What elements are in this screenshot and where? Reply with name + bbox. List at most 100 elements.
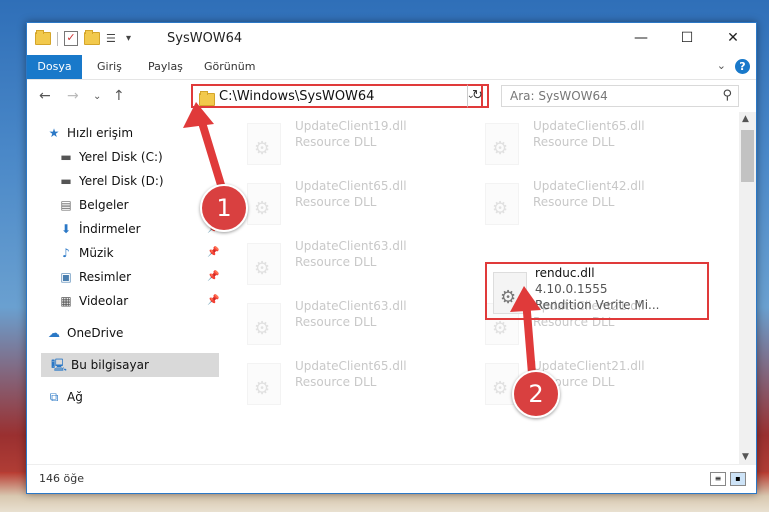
computer-icon: 🖳 (51, 358, 68, 372)
file-description: Resource DLL (533, 135, 615, 149)
file-item[interactable]: ⚙ UpdateClient63.dll Resource DLL (247, 297, 471, 353)
file-name: UpdateClient42.dll (533, 179, 645, 193)
new-folder-icon[interactable] (84, 30, 100, 45)
pin-icon[interactable]: 📌 (207, 247, 219, 258)
sidebar-item-network[interactable]: ⧉ Ağ (47, 385, 83, 409)
picture-icon: ▣ (60, 270, 72, 284)
sidebar-item-pictures[interactable]: ▣ Resimler (59, 265, 131, 289)
file-item[interactable]: ⚙ UpdateClient65.dll Resource DLL (485, 117, 709, 173)
help-icon[interactable]: ? (735, 59, 750, 74)
folder-icon (199, 91, 215, 106)
file-description: Resource DLL (295, 195, 377, 209)
file-list: ⚙ UpdateClient19.dll Resource DLL ⚙ Upda… (223, 115, 739, 463)
dll-file-icon: ⚙ (485, 183, 519, 225)
sidebar-item-label: Müzik (79, 246, 114, 260)
file-name: UpdateClient63.dll (295, 239, 407, 253)
file-item[interactable]: ⚙ UpdateClient65.dll Resource DLL (247, 357, 471, 413)
selected-file-item[interactable]: ⚙ renduc.dll 4.10.0.1555 Rendition Verit… (485, 262, 709, 320)
file-description: Resource DLL (295, 135, 377, 149)
scrollbar-thumb[interactable] (741, 130, 754, 182)
tab-file[interactable]: Dosya (27, 55, 82, 79)
file-item[interactable]: ⚙ UpdateClient63.dll Resource DLL (247, 237, 471, 293)
file-item[interactable]: ⚙ UpdateClient42.dll Resource DLL (485, 177, 709, 233)
tab-share[interactable]: Paylaş (148, 55, 183, 79)
file-description: Rendition Verite Mi... (535, 298, 660, 312)
expand-ribbon-icon[interactable]: ⌄ (717, 59, 726, 72)
search-input[interactable]: Ara: SysWOW64 ⚲ (501, 85, 739, 107)
ribbon: Dosya Giriş Paylaş Görünüm ⌄ ? (27, 55, 756, 80)
sidebar-item-label: Ağ (67, 390, 83, 404)
file-description: Resource DLL (295, 315, 377, 329)
recent-locations-icon[interactable]: ⌄ (93, 91, 101, 102)
pin-icon[interactable]: 📌 (207, 271, 219, 282)
file-name: UpdateClient63.dll (295, 299, 407, 313)
back-icon[interactable]: ← (39, 88, 51, 104)
sidebar-item-label: Resimler (79, 270, 132, 284)
dll-file-icon: ⚙ (493, 272, 527, 314)
sidebar-item-downloads[interactable]: ⬇ İndirmeler (59, 217, 141, 241)
tab-home[interactable]: Giriş (97, 55, 122, 79)
sidebar-item-local-disk-c[interactable]: ▬ Yerel Disk (C:) (59, 145, 163, 169)
close-button[interactable]: ✕ (710, 23, 756, 53)
quick-access-toolbar: ✓ ☰ ▾ (35, 30, 131, 46)
dll-file-icon: ⚙ (485, 123, 519, 165)
window-title: SysWOW64 (167, 31, 243, 46)
search-icon: ⚲ (722, 88, 732, 103)
properties-icon[interactable]: ✓ (64, 31, 78, 46)
sidebar-item-documents[interactable]: ▤ Belgeler (59, 193, 128, 217)
file-version: 4.10.0.1555 (535, 282, 608, 296)
forward-icon[interactable]: → (67, 88, 79, 104)
maximize-button[interactable]: ☐ (664, 23, 710, 53)
dll-file-icon: ⚙ (247, 303, 281, 345)
navigation-pane: ★ Hızlı erişim ▬ Yerel Disk (C:) ▬ Yerel… (27, 115, 223, 463)
drive-icon: ▬ (60, 174, 72, 188)
address-text: C:\Windows\SysWOW64 (219, 89, 375, 104)
explorer-window: ✓ ☰ ▾ SysWOW64 — ☐ ✕ Dosya Giriş Paylaş … (26, 22, 757, 494)
details-view-icon[interactable]: ≡ (710, 472, 726, 486)
music-icon: ♪ (62, 246, 70, 260)
address-bar[interactable]: C:\Windows\SysWOW64 ⌄ (191, 84, 483, 108)
pin-icon[interactable]: 📌 (207, 295, 219, 306)
star-icon: ★ (48, 126, 60, 140)
video-icon: ▦ (60, 294, 72, 308)
step-1-badge: 1 (200, 184, 248, 232)
navigation-bar: ← → ⌄ ↑ C:\Windows\SysWOW64 ⌄ ↻ Ara: Sys… (27, 80, 756, 112)
file-item[interactable]: ⚙ UpdateClient19.dll Resource DLL (247, 117, 471, 173)
document-icon: ▤ (60, 198, 72, 212)
customize-icon[interactable]: ☰ (106, 32, 120, 45)
sidebar-item-local-disk-d[interactable]: ▬ Yerel Disk (D:) (59, 169, 163, 193)
sidebar-item-label: Hızlı erişim (67, 126, 134, 140)
dll-file-icon: ⚙ (247, 243, 281, 285)
vertical-scrollbar[interactable]: ▲ ▼ (739, 112, 756, 464)
drive-icon: ▬ (60, 150, 72, 164)
sidebar-item-onedrive[interactable]: ☁ OneDrive (47, 321, 123, 345)
file-name: UpdateClient65.dll (295, 359, 407, 373)
status-bar: 146 öğe ≡ ▪ (27, 464, 756, 493)
sidebar-item-music[interactable]: ♪ Müzik (59, 241, 114, 265)
sidebar-item-label: Yerel Disk (C:) (79, 150, 163, 164)
refresh-button[interactable]: ↻ (467, 84, 489, 108)
sidebar-item-videos[interactable]: ▦ Videolar (59, 289, 128, 313)
dll-file-icon: ⚙ (247, 363, 281, 405)
scroll-down-icon[interactable]: ▼ (742, 452, 749, 462)
sidebar-item-quick-access[interactable]: ★ Hızlı erişim (47, 121, 133, 145)
minimize-button[interactable]: — (618, 23, 664, 53)
file-description: Resource DLL (295, 255, 377, 269)
file-item[interactable]: ⚙ UpdateClient65.dll Resource DLL (247, 177, 471, 233)
chevron-down-icon[interactable]: ▾ (126, 33, 131, 44)
file-name: UpdateClient65.dll (533, 119, 645, 133)
folder-icon (35, 30, 51, 45)
sidebar-item-this-pc[interactable]: 🖳 Bu bilgisayar (41, 353, 219, 377)
search-placeholder: Ara: SysWOW64 (510, 89, 608, 103)
sidebar-item-label: Videolar (79, 294, 129, 308)
divider (57, 31, 58, 46)
scroll-up-icon[interactable]: ▲ (742, 114, 749, 124)
tab-view[interactable]: Görünüm (204, 55, 255, 79)
up-icon[interactable]: ↑ (113, 88, 125, 104)
download-icon: ⬇ (60, 222, 72, 236)
tiles-view-icon[interactable]: ▪ (730, 472, 746, 486)
file-name: UpdateClient21.dll (533, 359, 645, 373)
sidebar-item-label: Bu bilgisayar (71, 358, 149, 372)
file-name: UpdateClient19.dll (295, 119, 407, 133)
file-name: renduc.dll (535, 266, 595, 280)
